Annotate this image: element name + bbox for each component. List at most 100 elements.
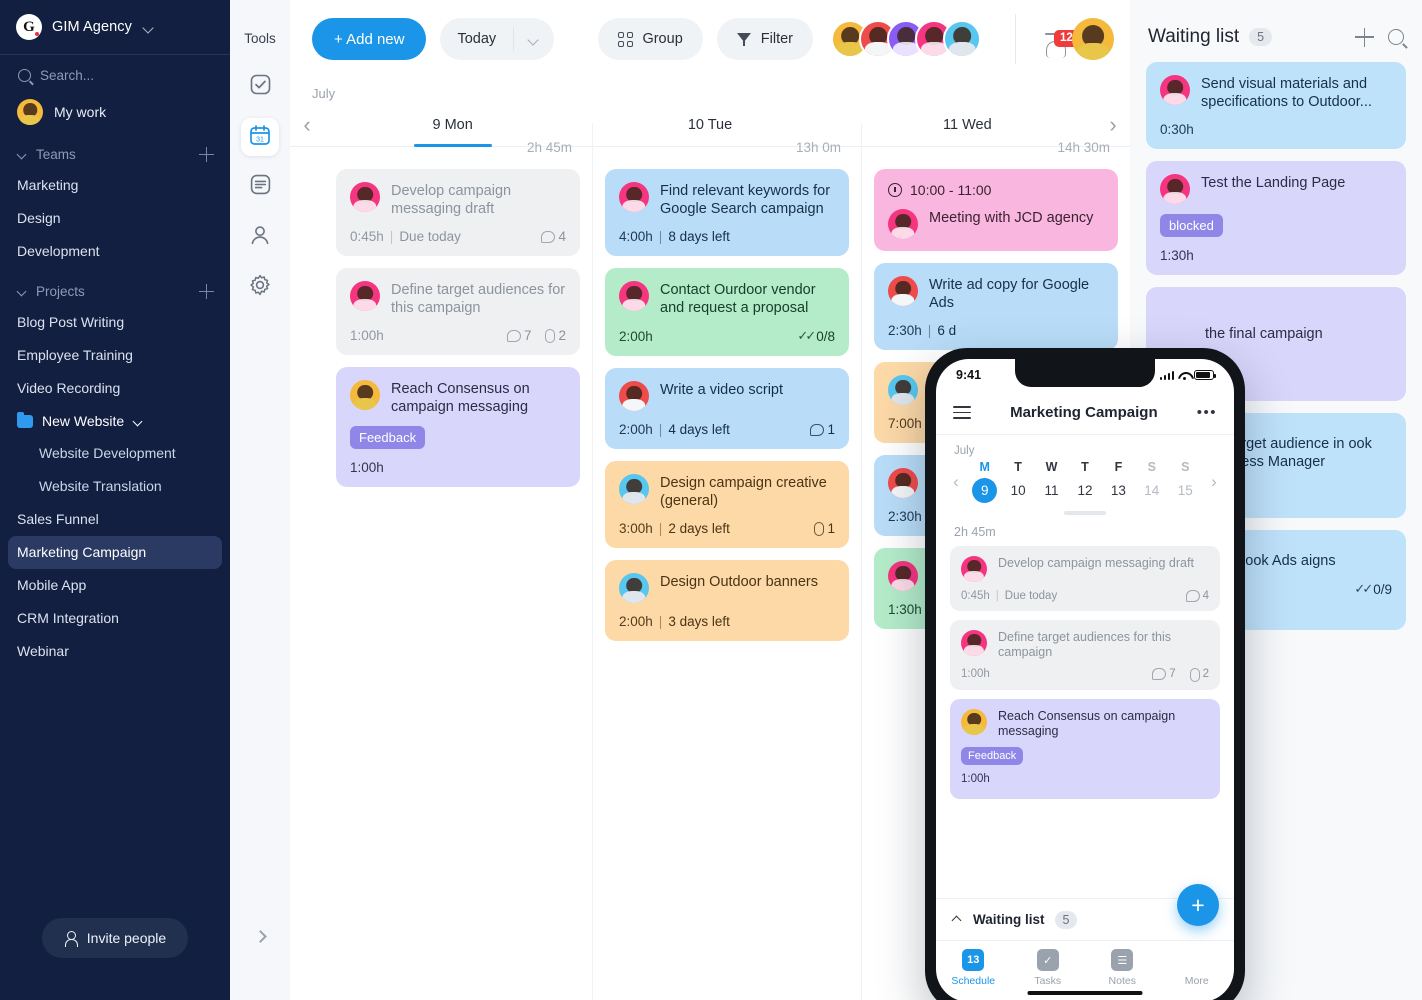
task-due: Due today	[1004, 589, 1058, 602]
day-total-mon: 2h 45m	[526, 140, 572, 155]
task-card[interactable]: Write ad copy for Google Ads 2:30h | 6 d	[874, 263, 1118, 350]
status-time: 9:41	[956, 368, 982, 382]
next-week-button[interactable]: ›	[1202, 472, 1226, 492]
calendar-month: July	[312, 86, 336, 101]
tool-calendar-button[interactable]: 31	[241, 118, 279, 156]
phone-tab-notes[interactable]: ☰ Notes	[1085, 949, 1160, 987]
task-time: 1:00h	[350, 460, 384, 475]
sidebar-item-blog-post-writing[interactable]: Blog Post Writing	[0, 306, 230, 339]
phone-day-14[interactable]: S 14	[1139, 460, 1164, 503]
sidebar-item-mobile-app[interactable]: Mobile App	[0, 569, 230, 602]
hamburger-icon[interactable]	[953, 406, 971, 419]
task-time: 0:45h	[350, 229, 384, 244]
sidebar-item-design[interactable]: Design	[0, 202, 230, 235]
projects-section-header[interactable]: Projects	[0, 268, 230, 306]
add-team-button[interactable]	[199, 147, 214, 162]
card-footer: 2:00h | 4 days left 1	[619, 422, 835, 437]
sidebar-item-new-website[interactable]: New Website	[0, 405, 230, 437]
card-footer: 1:00h 7 2	[350, 328, 566, 343]
task-card[interactable]: Find relevant keywords for Google Search…	[605, 169, 849, 256]
task-time: 0:30h	[1160, 122, 1194, 137]
phone-day-12[interactable]: T 12	[1072, 460, 1097, 503]
sidebar-item-marketing[interactable]: Marketing	[0, 169, 230, 202]
sidebar-item-webinar[interactable]: Webinar	[0, 635, 230, 668]
brand-header[interactable]: G GIM Agency	[0, 0, 230, 55]
phone-task-card[interactable]: Reach Consensus on campaign messaging Fe…	[950, 698, 1220, 799]
grid-icon	[618, 31, 634, 47]
brand-name: GIM Agency	[52, 19, 132, 35]
phone-days: M 9 T 10 W 11 T 12 F 13 S 14 S 15	[968, 460, 1202, 503]
avatar	[619, 474, 649, 504]
comment-bubble-icon	[541, 230, 556, 243]
add-task-fab[interactable]: +	[1177, 884, 1219, 926]
double-check-icon: ✓✓	[797, 328, 816, 343]
phone-task-card[interactable]: Develop campaign messaging draft 0:45h |…	[950, 545, 1220, 611]
waiting-card[interactable]: Send visual materials and specifications…	[1146, 62, 1406, 149]
sidebar-item-my-work[interactable]: My work	[0, 93, 230, 131]
phone-tab-tasks[interactable]: ✓ Tasks	[1011, 949, 1086, 987]
phone-day-15[interactable]: S 15	[1173, 460, 1198, 503]
filter-button[interactable]: Filter	[716, 18, 813, 60]
separator: |	[658, 229, 663, 244]
task-card[interactable]: Reach Consensus on campaign messaging Fe…	[336, 367, 580, 487]
tool-checkbox-button[interactable]	[241, 68, 279, 106]
search-input[interactable]: Search...	[0, 55, 230, 93]
add-task-button[interactable]	[1355, 27, 1374, 47]
comment-count: 1	[827, 422, 835, 437]
task-title: Develop campaign messaging draft	[391, 183, 512, 217]
today-dropdown-button[interactable]	[514, 18, 554, 60]
phone-day-9[interactable]: M 9	[972, 460, 998, 503]
phone-month: July	[954, 445, 975, 457]
sidebar-item-sales-funnel[interactable]: Sales Funnel	[0, 503, 230, 536]
task-card[interactable]: Contact Ourdoor vendor and request a pro…	[605, 268, 849, 356]
tool-notes-button[interactable]	[241, 168, 279, 206]
task-title: Design campaign creative (general)	[660, 475, 827, 509]
sidebar-item-website-translation[interactable]: Website Translation	[0, 470, 230, 503]
sidebar-item-video-recording[interactable]: Video Recording	[0, 372, 230, 405]
folder-icon	[17, 411, 33, 428]
sidebar-item-marketing-campaign[interactable]: Marketing Campaign	[8, 536, 222, 569]
search-icon[interactable]	[1388, 29, 1404, 45]
tool-settings-button[interactable]	[241, 268, 279, 306]
phone-day-10[interactable]: T 10	[1006, 460, 1031, 503]
task-card[interactable]: Write a video script 2:00h | 4 days left…	[605, 368, 849, 449]
prev-week-button[interactable]: ‹	[944, 472, 968, 492]
today-button[interactable]: Today	[440, 18, 513, 60]
weekday-letter: M	[979, 460, 990, 474]
task-title: Send visual materials and specifications…	[1201, 76, 1372, 110]
team-avatar-stack[interactable]	[831, 20, 981, 58]
more-dots-icon[interactable]: •••	[1197, 404, 1217, 421]
task-due: Due today	[399, 229, 461, 244]
sidebar-item-crm-integration[interactable]: CRM Integration	[0, 602, 230, 635]
expand-rail-button[interactable]	[230, 929, 290, 942]
my-work-label: My work	[54, 104, 107, 120]
sidebar: G GIM Agency Search... My work Teams Mar…	[0, 0, 230, 1000]
phone-day-11[interactable]: W 11	[1039, 460, 1064, 503]
sidebar-item-employee-training[interactable]: Employee Training	[0, 339, 230, 372]
card-head: Write ad copy for Google Ads	[888, 276, 1104, 312]
sidebar-item-development[interactable]: Development	[0, 235, 230, 268]
task-card[interactable]: Design campaign creative (general) 3:00h…	[605, 461, 849, 548]
phone-task-card[interactable]: Define target audiences for this campaig…	[950, 619, 1220, 690]
user-avatar[interactable]	[1072, 18, 1114, 60]
group-button[interactable]: Group	[598, 18, 703, 60]
task-card[interactable]: Define target audiences for this campaig…	[336, 268, 580, 355]
phone-tab-more[interactable]: ••• More	[1160, 949, 1235, 987]
phone-day-13[interactable]: F 13	[1106, 460, 1131, 503]
sidebar-item-website-development[interactable]: Website Development	[0, 437, 230, 470]
invite-people-button[interactable]: Invite people	[41, 918, 189, 958]
add-new-button[interactable]: + Add new	[312, 18, 427, 60]
task-card[interactable]: Design Outdoor banners 2:00h | 3 days le…	[605, 560, 849, 641]
tool-person-button[interactable]	[241, 218, 279, 256]
chevron-down-icon	[17, 149, 28, 160]
card-head: Define target audiences for this campaig…	[961, 629, 1209, 660]
waiting-card[interactable]: Test the Landing Page blocked 1:30h	[1146, 161, 1406, 275]
add-project-button[interactable]	[199, 284, 214, 299]
divider	[1015, 14, 1016, 64]
teams-section-header[interactable]: Teams	[0, 131, 230, 169]
task-card[interactable]: Develop campaign messaging draft 0:45h |…	[336, 169, 580, 256]
meeting-card[interactable]: 10:00 - 11:00 Meeting with JCD agency	[874, 169, 1118, 251]
chevron-down-icon[interactable]	[133, 416, 144, 427]
chevron-down-icon[interactable]	[142, 20, 156, 34]
phone-tab-schedule[interactable]: 13 Schedule	[936, 949, 1011, 987]
